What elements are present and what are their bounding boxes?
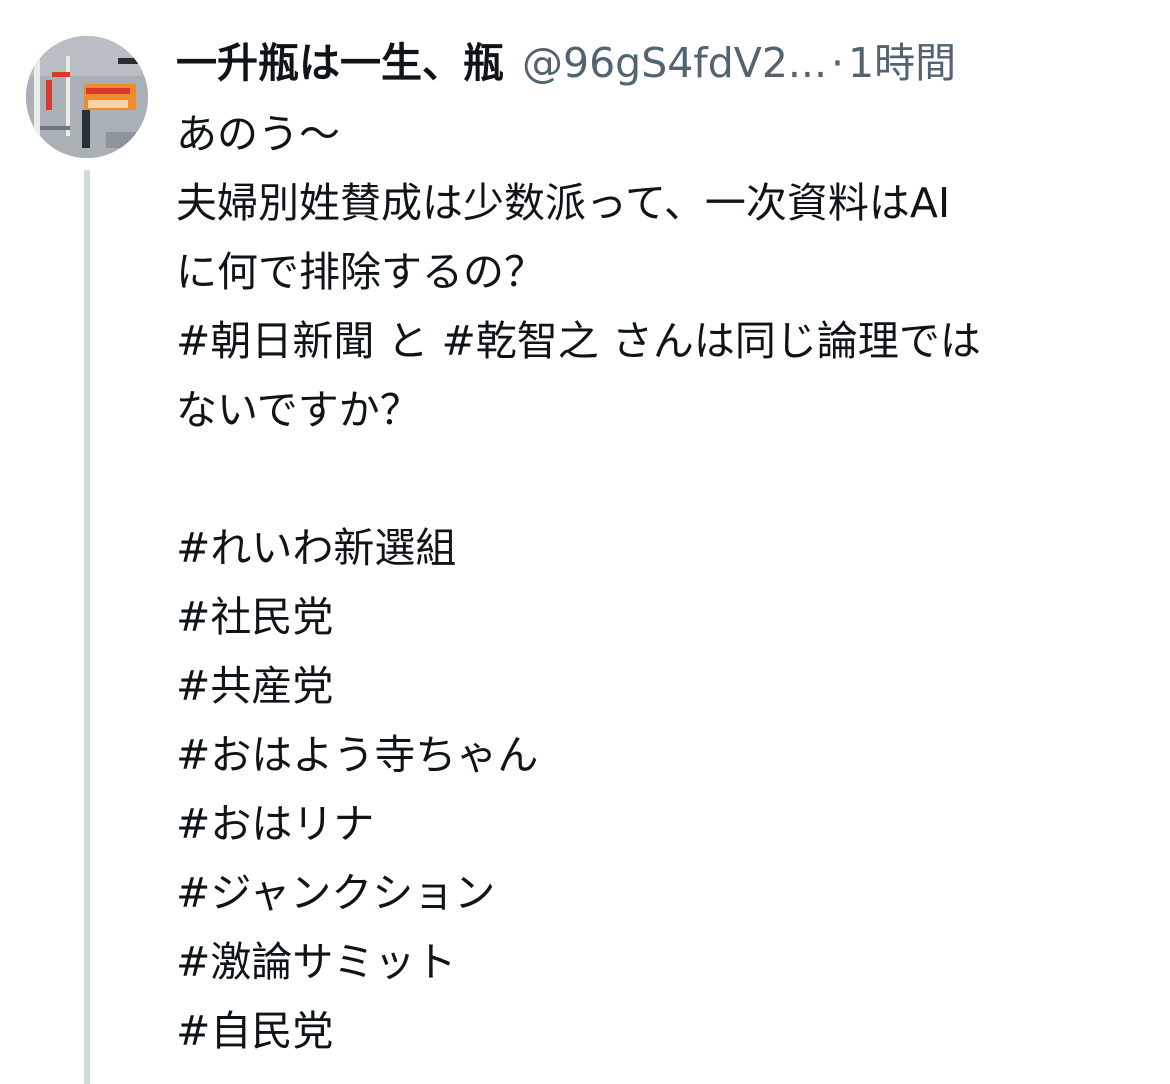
hashtag-link[interactable]: #自民党 [176,997,1146,1066]
hashtag-link[interactable]: #乾智之 [441,317,598,365]
tweet-text-fragment: さんは同じ論理では [598,317,981,365]
tweet-header: 一升瓶は一生、瓶 @96gS4fdV2... · 1時間 [176,30,1146,96]
avatar-image [26,36,148,158]
hashtag-link[interactable]: #おはよう寺ちゃん [176,721,1146,790]
hashtag-link[interactable]: #ジャンクション [176,859,1146,928]
thread-line [84,170,90,1084]
tweet-text-line: あのう〜 [176,110,340,158]
hashtag-link[interactable]: #朝日新聞 [176,317,374,365]
hashtag-link[interactable]: #激論サミット [176,928,1146,997]
tweet-text-line: ないですか？ [176,386,421,434]
display-name[interactable]: 一升瓶は一生、瓶 [176,30,504,96]
tweet-content: 一升瓶は一生、瓶 @96gS4fdV2... · 1時間 あのう〜 夫婦別姓賛成… [176,30,1146,1066]
tweet-text-fragment: と [374,317,442,365]
hashtag-link[interactable]: #れいわ新選組 [176,514,1146,583]
tweet-text-line: に何で排除するの？ [176,248,545,296]
hashtag-link[interactable]: #社民党 [176,583,1146,652]
header-separator: · [831,39,845,87]
tweet-text: あのう〜 夫婦別姓賛成は少数派って、一次資料はAI に何で排除するの？ #朝日新… [176,100,1146,1066]
tweet-text-line: 夫婦別姓賛成は少数派って、一次資料はAI [176,179,951,227]
tweet[interactable]: 一升瓶は一生、瓶 @96gS4fdV2... · 1時間 あのう〜 夫婦別姓賛成… [0,0,1170,1084]
avatar-column [26,36,148,1084]
tweet-text-line: #朝日新聞 と #乾智之 さんは同じ論理では [176,307,1146,376]
hashtag-link[interactable]: #おはリナ [176,790,1146,859]
hashtag-link[interactable]: #共産党 [176,652,1146,721]
avatar[interactable] [26,36,148,158]
user-handle[interactable]: @96gS4fdV2... [522,30,827,96]
tweet-timestamp[interactable]: 1時間 [848,30,956,96]
